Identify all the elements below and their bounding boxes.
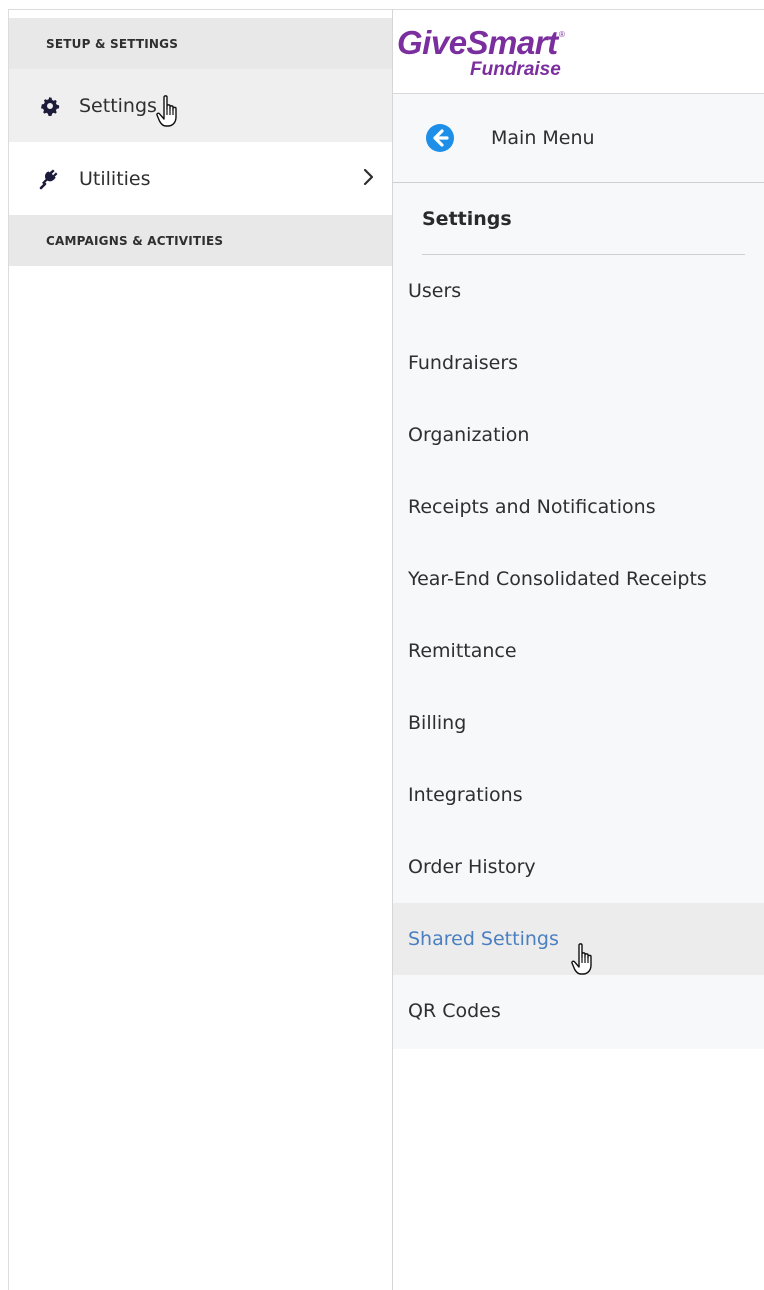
left-nav: SETUP & SETTINGS Settings Utilities CAMP… <box>9 18 392 1290</box>
submenu-item-users[interactable]: Users <box>393 255 764 327</box>
plug-icon <box>38 167 62 191</box>
hand-cursor-icon <box>156 95 177 127</box>
section-header-setup: SETUP & SETTINGS <box>9 18 392 69</box>
logo-registered-mark: ® <box>559 30 565 39</box>
hand-cursor-icon <box>571 943 592 975</box>
settings-flyout: GiveSmart ® Fundraise Main Menu Settings… <box>393 10 764 1290</box>
main-menu-label: Main Menu <box>491 127 595 149</box>
settings-submenu: Main Menu Settings Users Fundraisers Org… <box>393 94 764 1049</box>
submenu-title: Settings <box>393 183 764 255</box>
gear-icon <box>38 94 62 118</box>
logo-wordmark: GiveSmart <box>397 24 558 61</box>
nav-item-settings[interactable]: Settings <box>9 69 392 142</box>
nav-item-utilities[interactable]: Utilities <box>9 142 392 215</box>
main-menu-back-button[interactable]: Main Menu <box>393 94 764 183</box>
submenu-item-remittance[interactable]: Remittance <box>393 615 764 687</box>
brand-logo[interactable]: GiveSmart ® Fundraise <box>393 10 764 94</box>
section-header-campaigns: CAMPAIGNS & ACTIVITIES <box>9 215 392 266</box>
submenu-item-year-end-receipts[interactable]: Year-End Consolidated Receipts <box>393 543 764 615</box>
submenu-item-shared-settings[interactable]: Shared Settings <box>393 903 764 975</box>
nav-item-settings-label: Settings <box>79 94 157 117</box>
nav-item-utilities-label: Utilities <box>79 167 151 190</box>
submenu-item-billing[interactable]: Billing <box>393 687 764 759</box>
submenu-item-shared-settings-label: Shared Settings <box>408 928 559 950</box>
submenu-item-organization[interactable]: Organization <box>393 399 764 471</box>
logo-subtitle: Fundraise <box>470 59 561 80</box>
submenu-item-order-history[interactable]: Order History <box>393 831 764 903</box>
submenu-item-integrations[interactable]: Integrations <box>393 759 764 831</box>
submenu-item-qr-codes[interactable]: QR Codes <box>393 975 764 1047</box>
back-arrow-icon <box>426 124 454 152</box>
chevron-right-icon <box>363 168 374 186</box>
submenu-item-receipts-notifications[interactable]: Receipts and Notifications <box>393 471 764 543</box>
submenu-item-fundraisers[interactable]: Fundraisers <box>393 327 764 399</box>
